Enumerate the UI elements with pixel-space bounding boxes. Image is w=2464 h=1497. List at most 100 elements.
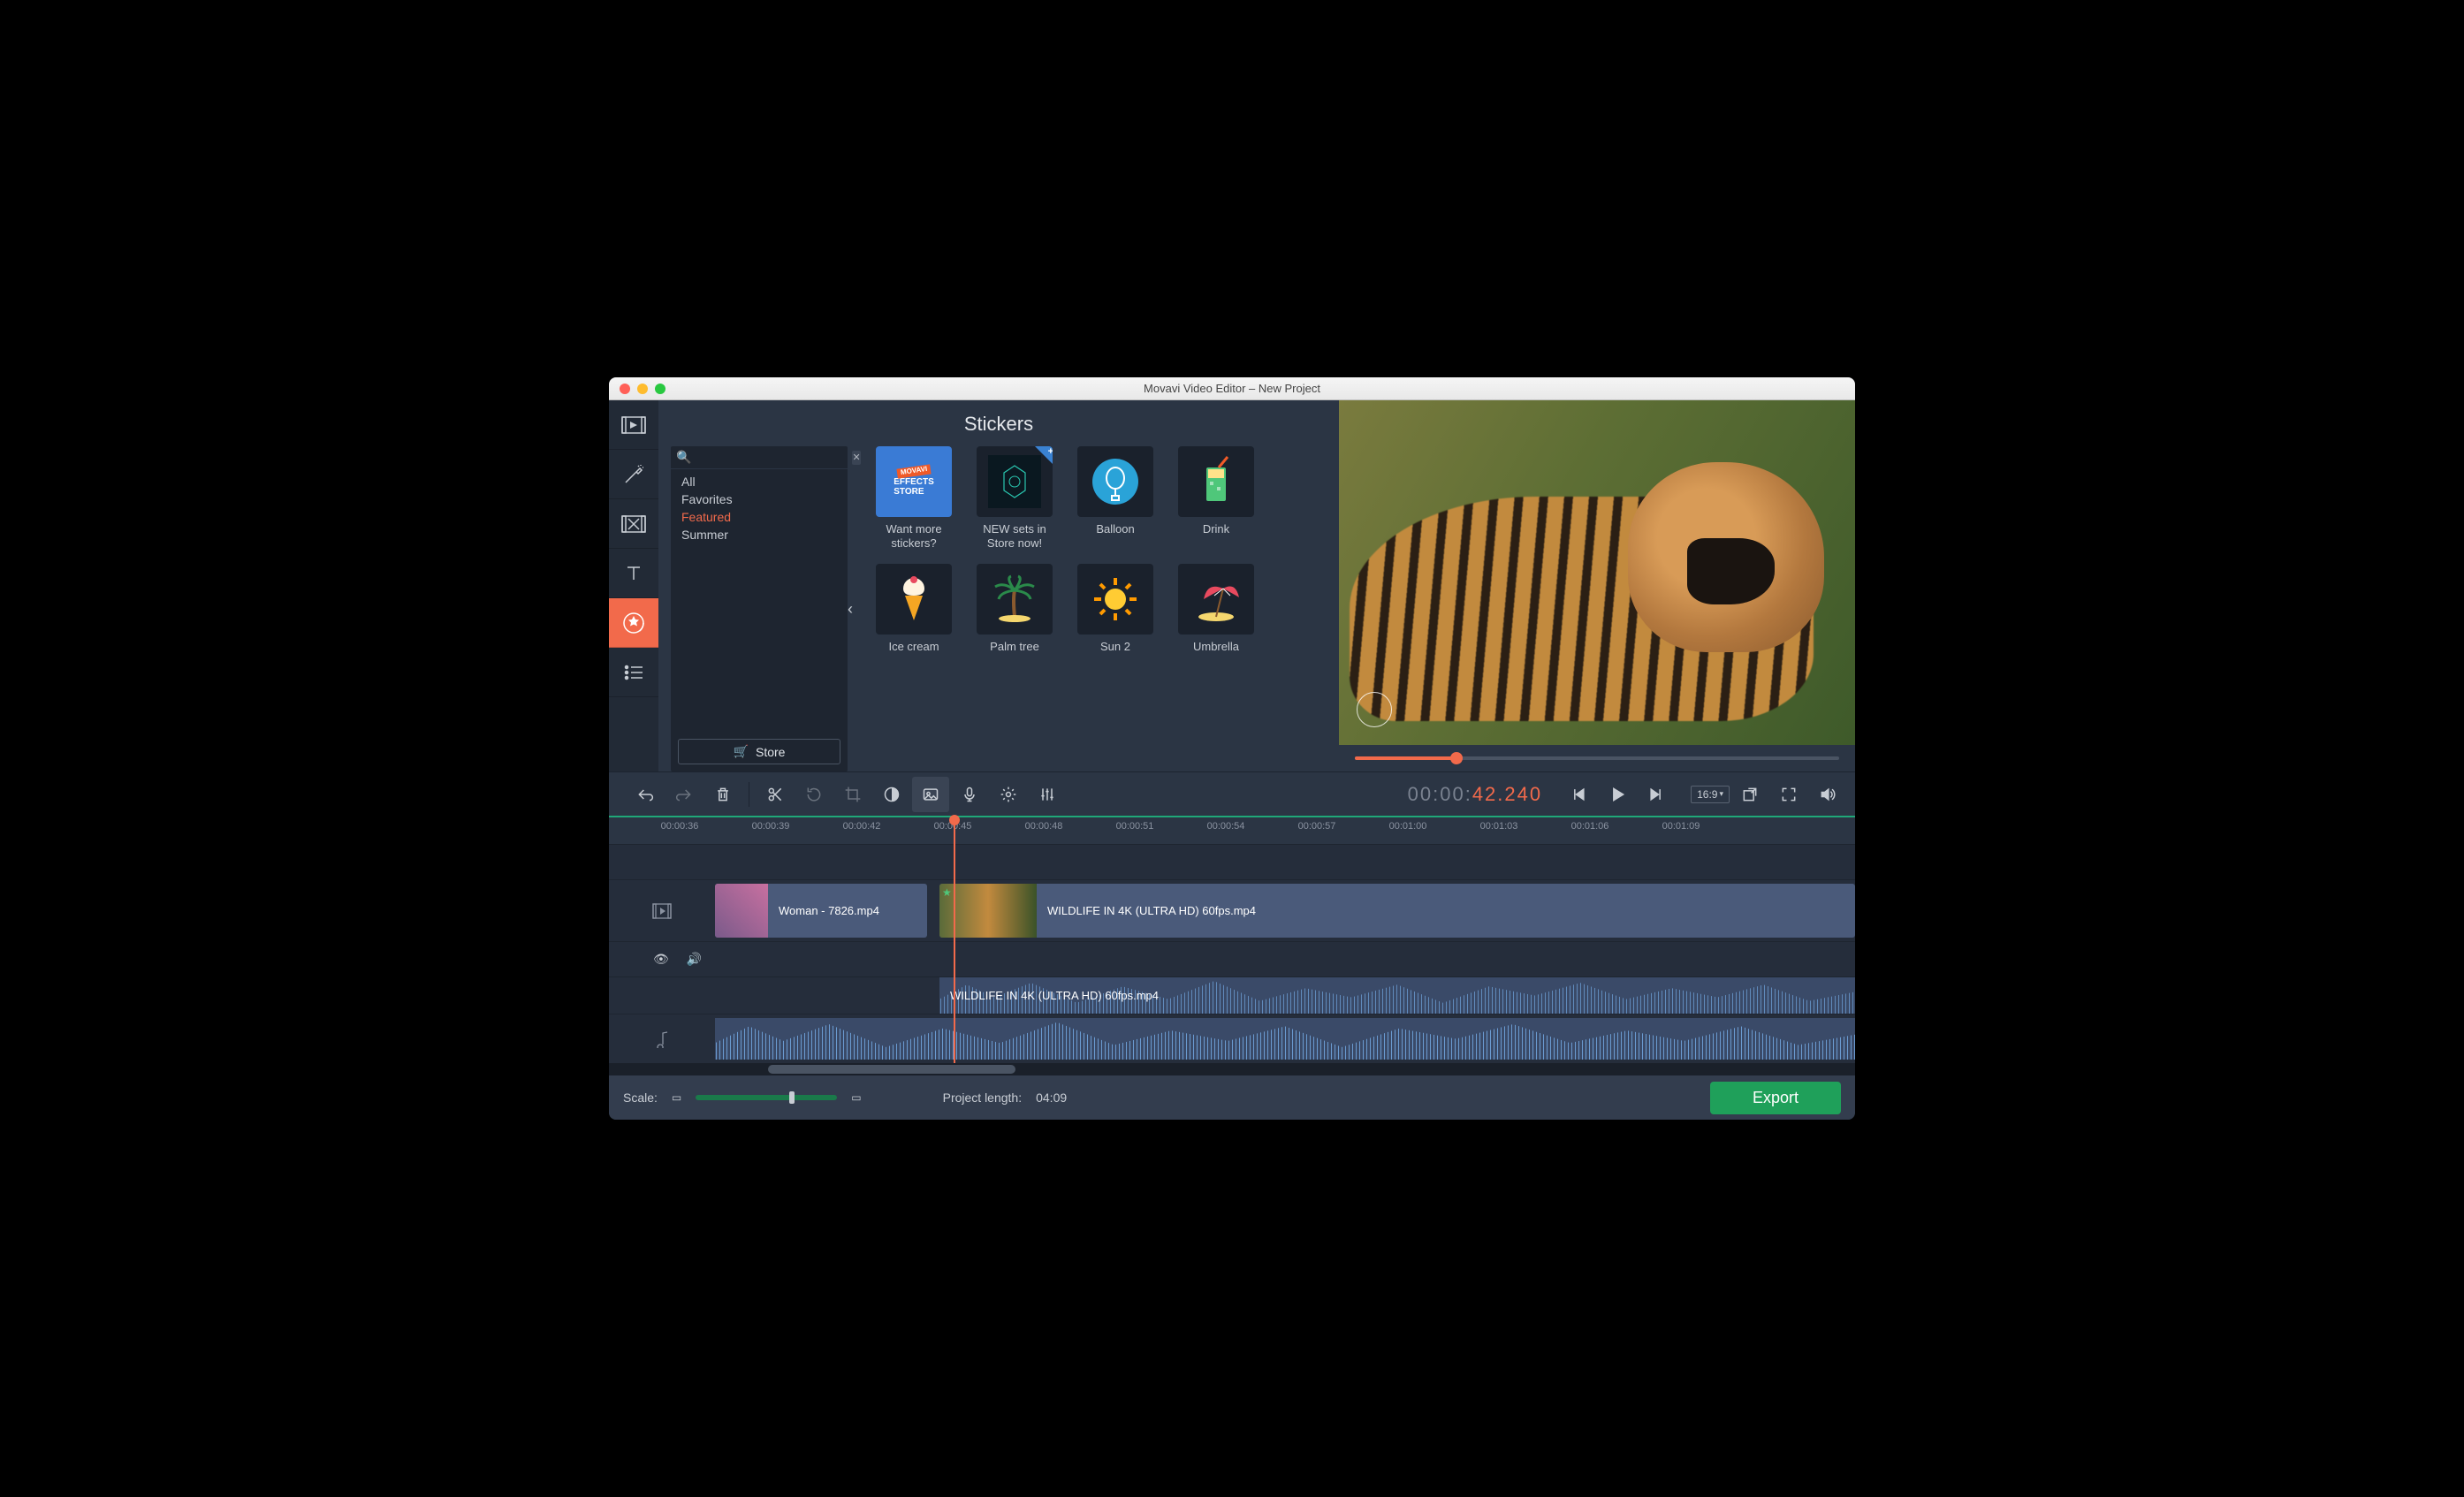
category-list: AllFavoritesFeaturedSummer	[671, 469, 848, 732]
music-track[interactable]	[609, 1014, 1855, 1063]
ruler-tick: 00:01:00	[1389, 821, 1427, 832]
app-window: Movavi Video Editor – New Project Sticke…	[609, 377, 1855, 1120]
ruler-tick: 00:00:48	[1025, 821, 1063, 832]
import-tab[interactable]	[609, 400, 658, 450]
color-adjust-button[interactable]	[873, 777, 910, 812]
titlebar: Movavi Video Editor – New Project	[609, 377, 1855, 400]
delete-button[interactable]	[704, 777, 741, 812]
next-frame-button[interactable]	[1638, 777, 1675, 812]
sticker-label: Balloon	[1096, 522, 1134, 550]
prev-frame-button[interactable]	[1560, 777, 1597, 812]
sticker-thumb-effects-store: MOVAVIEFFECTSSTORE	[876, 446, 952, 517]
window-title: Movavi Video Editor – New Project	[609, 382, 1855, 395]
playhead[interactable]	[954, 817, 955, 1063]
sticker-card[interactable]: Drink	[1176, 446, 1256, 550]
sticker-label: Palm tree	[990, 640, 1039, 667]
video-track-header	[609, 880, 715, 941]
undo-button[interactable]	[627, 777, 664, 812]
search-input[interactable]	[696, 451, 852, 464]
equalizer-button[interactable]	[1029, 777, 1066, 812]
tracks-container: Woman - 7826.mp4 ★ WILDLIFE IN 4K (ULTRA…	[609, 844, 1855, 1063]
sticker-card[interactable]: NEW sets in Store now!	[975, 446, 1054, 550]
ruler-tick: 00:01:09	[1662, 821, 1700, 832]
timeline-scrollbar[interactable]	[609, 1063, 1855, 1075]
category-item-favorites[interactable]: Favorites	[671, 490, 848, 508]
scrubber[interactable]	[1339, 745, 1855, 771]
content-browser: Stickers 🔍 ✕ AllFavoritesFeaturedSummer …	[658, 400, 1339, 771]
stickers-tab[interactable]	[609, 598, 658, 648]
audio-clip-1[interactable]: WILDLIFE IN 4K (ULTRA HD) 60fps.mp4	[939, 977, 1855, 1014]
zoom-in-icon[interactable]: ▭	[851, 1091, 861, 1104]
crop-button[interactable]	[834, 777, 871, 812]
titles-tab[interactable]	[609, 549, 658, 598]
sticker-card[interactable]: Umbrella	[1176, 564, 1256, 667]
ruler-tick: 00:00:51	[1116, 821, 1154, 832]
zoom-out-icon[interactable]: ▭	[672, 1091, 681, 1104]
split-button[interactable]	[757, 777, 794, 812]
rotate-button[interactable]	[795, 777, 833, 812]
clip-label: Woman - 7826.mp4	[768, 904, 879, 917]
video-clip-1[interactable]: Woman - 7826.mp4	[715, 884, 927, 938]
search-bar: 🔍 ✕	[671, 446, 848, 469]
search-icon: 🔍	[676, 450, 691, 465]
sticker-card[interactable]: Balloon	[1076, 446, 1155, 550]
sticker-card[interactable]: Ice cream	[874, 564, 954, 667]
store-button[interactable]: 🛒 Store	[678, 739, 840, 764]
more-tab[interactable]	[609, 648, 658, 697]
track-mute-icon[interactable]: 🔊	[687, 952, 702, 967]
sticker-thumb-icecream	[876, 564, 952, 635]
zoom-slider[interactable]	[696, 1095, 837, 1100]
ruler-tick: 00:00:42	[843, 821, 881, 832]
timecode: 00:00:42.240	[1392, 783, 1558, 806]
sticker-label: Drink	[1203, 522, 1229, 550]
sticker-thumb-sun	[1077, 564, 1153, 635]
scale-label: Scale:	[623, 1090, 658, 1105]
video-clip-2[interactable]: ★ WILDLIFE IN 4K (ULTRA HD) 60fps.mp4	[939, 884, 1855, 938]
linked-audio-track[interactable]: WILDLIFE IN 4K (ULTRA HD) 60fps.mp4	[609, 976, 1855, 1014]
record-audio-button[interactable]	[951, 777, 988, 812]
sticker-card[interactable]: MOVAVIEFFECTSSTORE Want more stickers?	[874, 446, 954, 550]
sticker-thumb-store-new	[977, 446, 1053, 517]
category-item-summer[interactable]: Summer	[671, 526, 848, 543]
ruler-tick: 00:01:03	[1480, 821, 1518, 832]
ruler-tick: 00:00:57	[1298, 821, 1336, 832]
ruler-tick: 00:00:54	[1207, 821, 1245, 832]
clip-label: WILDLIFE IN 4K (ULTRA HD) 60fps.mp4	[939, 989, 1159, 1002]
fullscreen-button[interactable]	[1770, 777, 1807, 812]
preview-panel	[1339, 400, 1855, 771]
sticker-label: Want more stickers?	[874, 522, 954, 550]
sticker-thumb-umbrella	[1178, 564, 1254, 635]
redo-button[interactable]	[665, 777, 703, 812]
play-button[interactable]	[1599, 777, 1636, 812]
video-track[interactable]: Woman - 7826.mp4 ★ WILDLIFE IN 4K (ULTRA…	[609, 879, 1855, 941]
ruler-tick: 00:01:06	[1571, 821, 1609, 832]
controls-bar: 00:00:42.240 16:9▾	[609, 771, 1855, 816]
timeline: 00:00:3600:00:3900:00:4200:00:4500:00:48…	[609, 816, 1855, 1075]
category-panel: 🔍 ✕ AllFavoritesFeaturedSummer 🛒 Store	[671, 446, 848, 771]
category-item-all[interactable]: All	[671, 473, 848, 490]
music-clip[interactable]	[715, 1018, 1855, 1060]
volume-button[interactable]	[1809, 777, 1846, 812]
sticker-card[interactable]: Palm tree	[975, 564, 1054, 667]
sticker-card[interactable]: Sun 2	[1076, 564, 1155, 667]
detach-preview-button[interactable]	[1731, 777, 1768, 812]
aspect-ratio-selector[interactable]: 16:9▾	[1691, 786, 1730, 803]
sticker-label: Sun 2	[1100, 640, 1130, 667]
timecode-active: 42.240	[1472, 783, 1542, 806]
track-controls-row: 👁 🔊	[609, 941, 1855, 976]
export-button[interactable]: Export	[1710, 1082, 1841, 1114]
collapse-categories-button[interactable]: ‹	[848, 446, 863, 771]
category-item-featured[interactable]: Featured	[671, 508, 848, 526]
clip-properties-button[interactable]	[912, 777, 949, 812]
filters-tab[interactable]	[609, 450, 658, 499]
project-length-label: Project length:	[943, 1090, 1023, 1105]
timecode-prefix: 00:00:	[1408, 783, 1472, 806]
video-preview[interactable]	[1339, 400, 1855, 745]
project-length-value: 04:09	[1036, 1090, 1067, 1105]
transitions-tab[interactable]	[609, 499, 658, 549]
time-ruler[interactable]: 00:00:3600:00:3900:00:4200:00:4500:00:48…	[609, 817, 1855, 844]
settings-button[interactable]	[990, 777, 1027, 812]
sticker-thumb-balloon	[1077, 446, 1153, 517]
track-visibility-icon[interactable]: 👁	[653, 952, 669, 967]
panel-title: Stickers	[658, 400, 1339, 446]
